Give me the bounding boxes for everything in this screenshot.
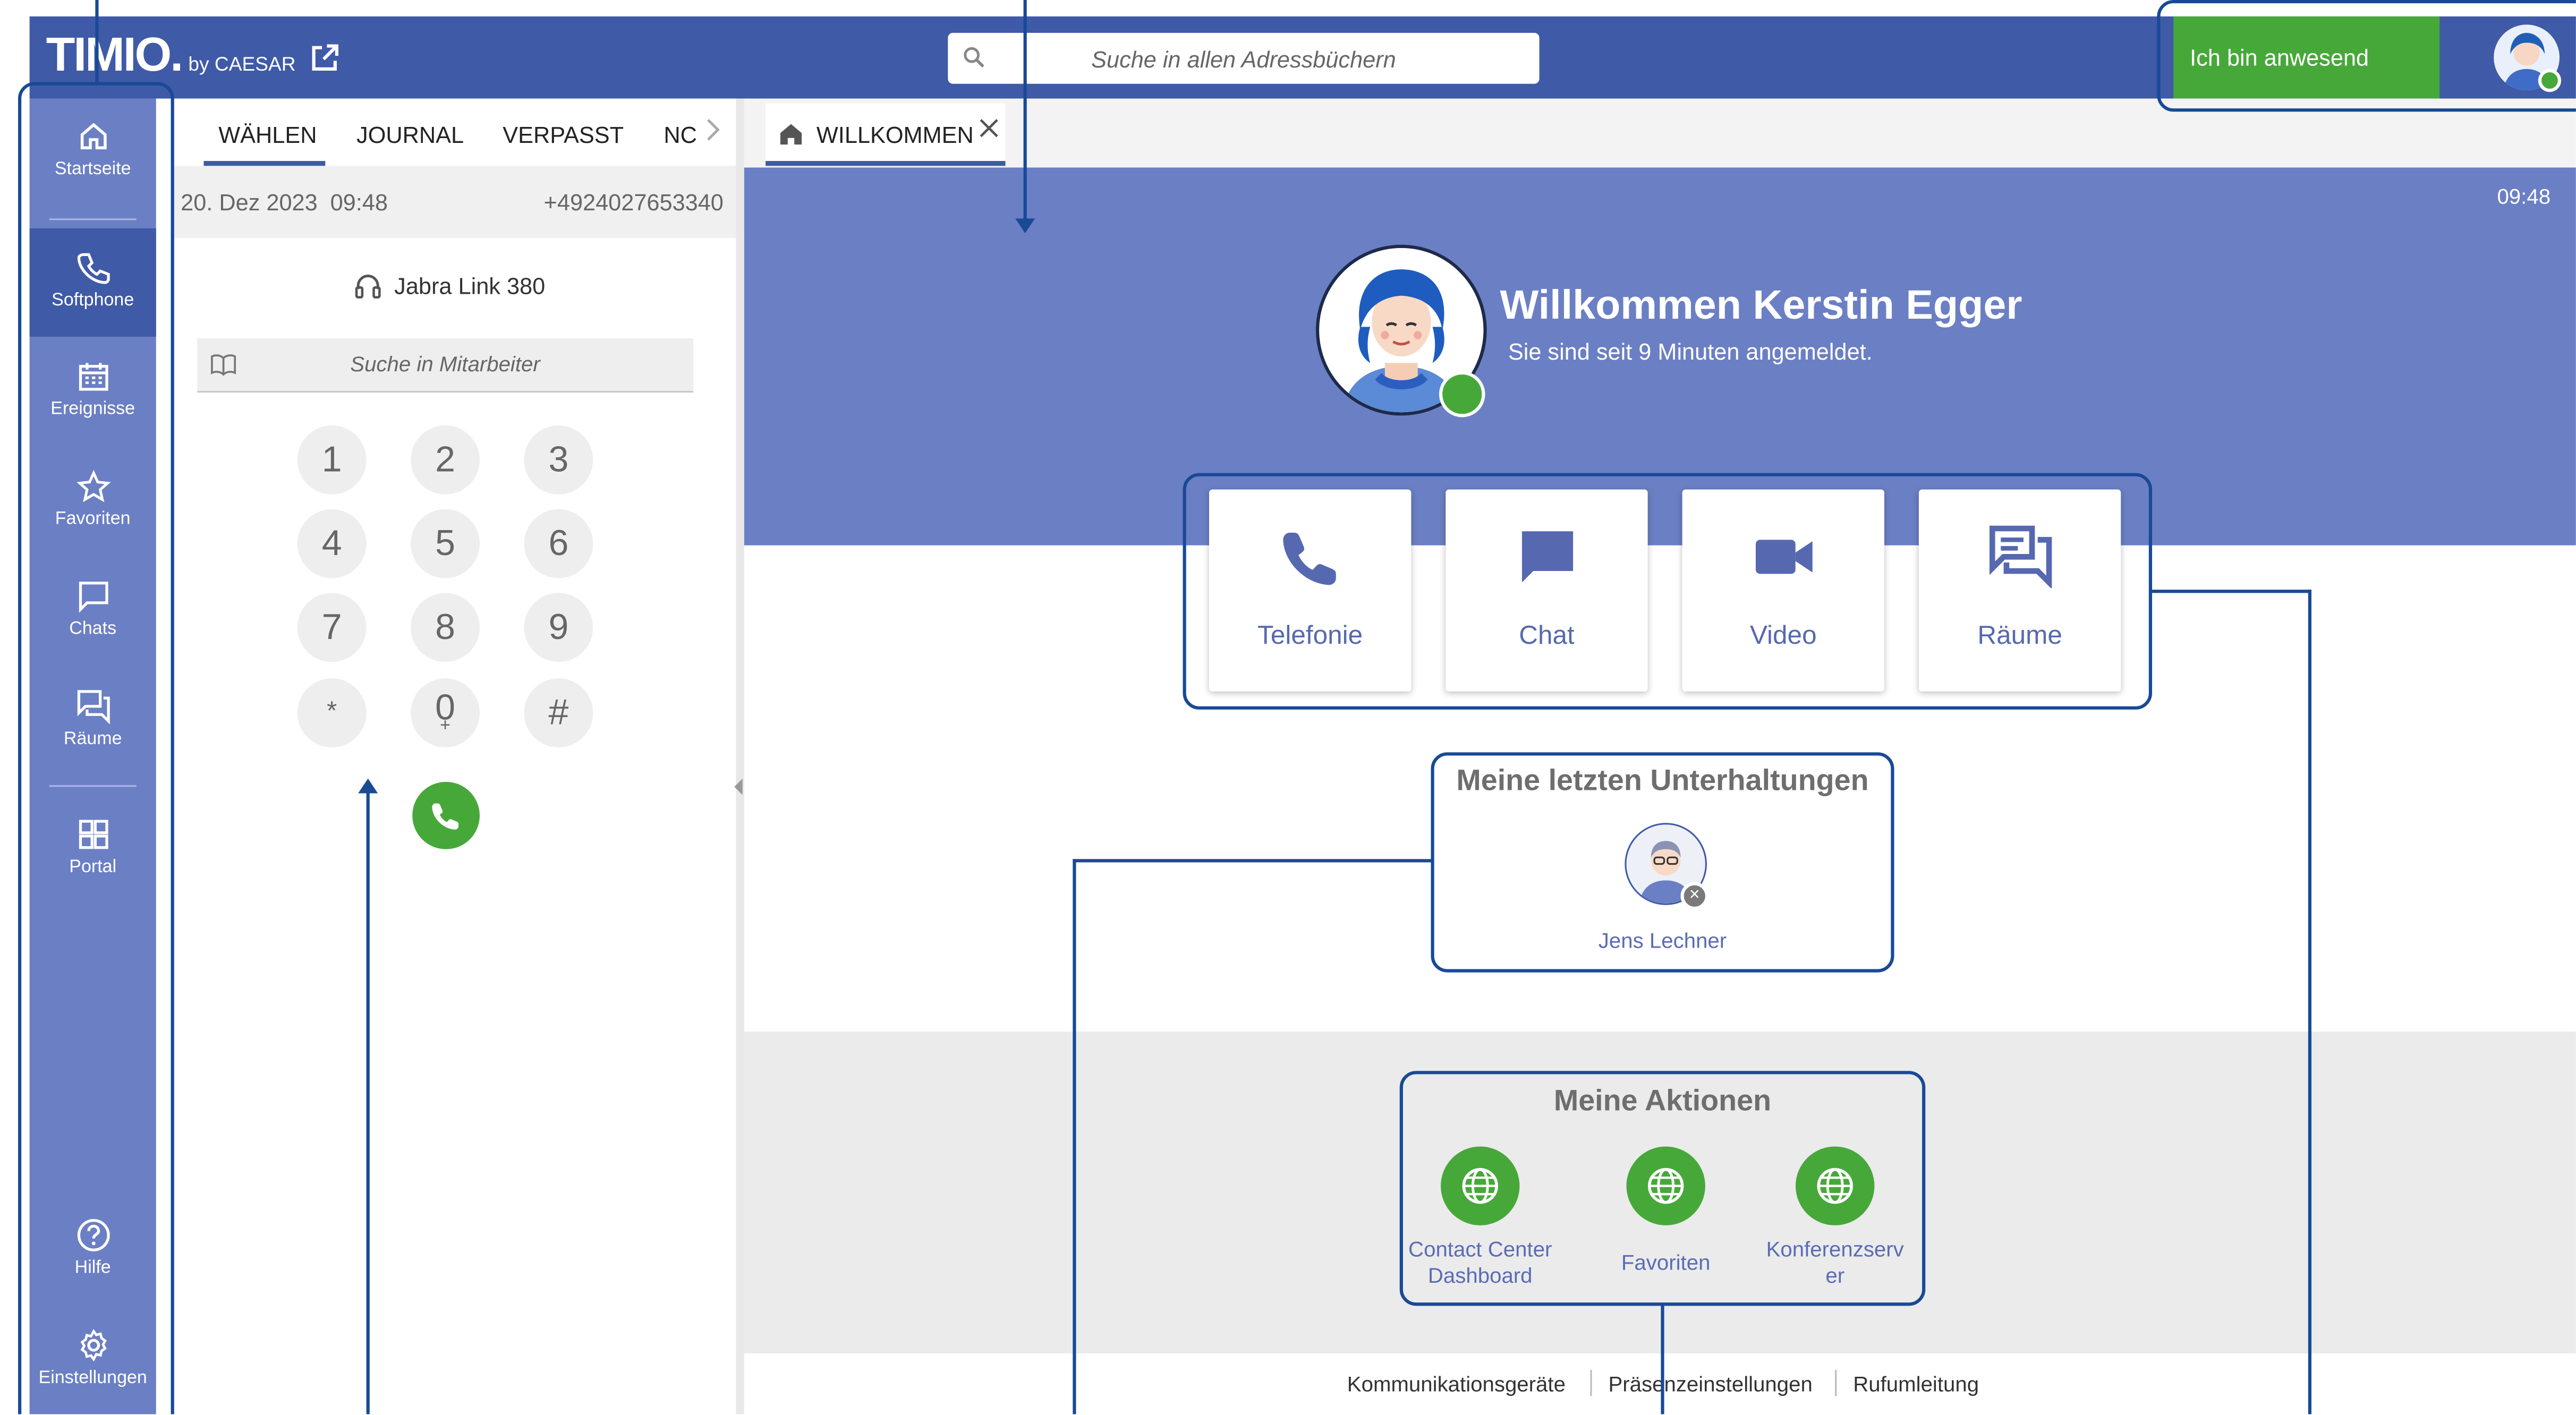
key-digit: 4 [321,522,342,564]
callout-line [2308,590,2312,1414]
global-search-input[interactable]: Suche in allen Adressbüchern [948,32,1540,84]
keypad-key-3[interactable]: 3 [524,425,593,495]
last-call-date: 20. Dez 2023 [181,189,318,216]
welcome-title: Willkommen Kerstin Egger [1500,282,2022,329]
keypad-key-6[interactable]: 6 [524,509,593,578]
callout-line [2150,590,2312,593]
callout-line [1073,859,1076,1414]
active-tab-indicator [203,161,326,166]
external-link-icon[interactable] [310,44,339,72]
tab-verpasst[interactable]: VERPASST [503,122,624,148]
callout-arrow-down-icon [1015,218,1035,234]
logo-text: TIMIO. [46,29,184,82]
employee-search-input[interactable]: Suche in Mitarbeiter [197,338,693,393]
keypad-key-8[interactable]: 8 [411,593,480,662]
key-digit: 3 [548,438,569,480]
last-call-time: 09:48 [330,189,388,216]
last-call-number: +4924027653340 [543,189,724,216]
keypad-key-2[interactable]: 2 [411,425,480,495]
key-digit: 8 [435,606,455,647]
callout-line [1661,1304,1664,1414]
keypad-key-hash[interactable]: # [524,678,593,748]
footer-link-praesenzeinstellungen[interactable]: Präsenzeinstellungen [1608,1371,1812,1396]
key-digit: 9 [548,606,569,647]
keypad-key-star[interactable]: * [297,678,367,748]
logo-byline: by CAESAR [188,52,296,76]
key-digit: 5 [435,522,455,564]
call-button[interactable] [412,781,480,849]
search-placeholder: Suche in allen Adressbüchern [1091,46,1396,73]
employee-search-placeholder: Suche in Mitarbeiter [350,351,540,377]
collapse-arrow-icon[interactable] [734,778,744,795]
key-digit: 6 [548,522,569,564]
tab-willkommen[interactable]: WILLKOMMEN [766,103,1006,165]
footer-link-kommunikationsgeraete[interactable]: Kommunikationsgeräte [1347,1371,1566,1396]
app-window: TIMIO. by CAESAR Suche in allen Adressbüc… [0,0,2576,1414]
callout-arrow-up-icon [358,778,378,794]
keypad-key-1[interactable]: 1 [297,425,367,495]
headset-icon [353,271,383,301]
home-icon [779,122,803,146]
tab-waehlen[interactable]: WÄHLEN [218,122,317,148]
chevron-right-icon[interactable] [703,117,723,143]
keypad-key-7[interactable]: 7 [297,593,367,662]
callout-outline-actions [1399,1071,1926,1306]
phone-icon [430,800,462,831]
callout-line [1023,0,1027,224]
close-icon[interactable] [979,118,999,138]
keypad-key-5[interactable]: 5 [411,509,480,578]
key-subtext: + [440,716,450,736]
tab-overflow[interactable]: NC [664,122,697,148]
tab-journal[interactable]: JOURNAL [356,122,464,148]
callout-outline-recent [1431,752,1894,973]
footer-separator [1835,1370,1837,1396]
tab-willkommen-label: WILLKOMMEN [816,121,974,148]
keypad-key-0[interactable]: 0 + [411,678,480,748]
callout-line [1073,859,1433,863]
callout-line [95,0,99,86]
callout-outline-presence [2157,0,2576,112]
last-call-row[interactable]: 20. Dez 2023 09:48 +4924027653340 [172,166,736,238]
active-tab-indicator [766,161,1006,166]
callout-outline-sidebar [18,82,174,1414]
keypad-key-4[interactable]: 4 [297,509,367,578]
profile-status-dot [1439,371,1485,417]
app-logo[interactable]: TIMIO. by CAESAR [46,30,296,84]
keypad-key-9[interactable]: 9 [524,593,593,662]
welcome-subtitle: Sie sind seit 9 Minuten angemeldet. [1508,338,1873,365]
audio-device-name[interactable]: Jabra Link 380 [394,272,545,299]
footer-link-rufumleitung[interactable]: Rufumleitung [1853,1371,1979,1396]
footer-separator [1590,1370,1592,1396]
key-digit: * [327,698,337,726]
clock: 09:48 [2497,184,2551,209]
callout-line [366,785,370,1414]
key-digit: 1 [321,438,342,480]
key-digit: 2 [435,438,455,480]
key-digit: # [548,691,569,733]
panel-splitter[interactable] [736,98,744,1414]
key-digit: 7 [321,606,342,647]
callout-outline-quick-actions [1183,473,2153,710]
